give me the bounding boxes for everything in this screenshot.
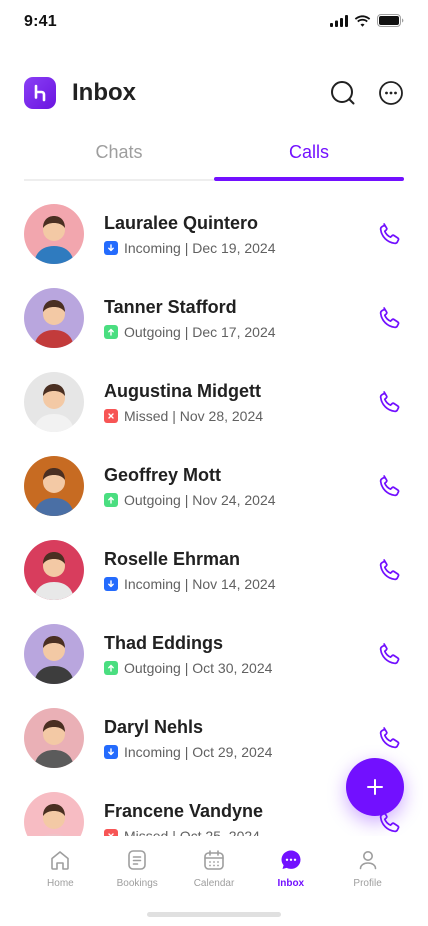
inbox-tabs: Chats Calls — [24, 136, 404, 181]
nav-label-home: Home — [47, 878, 74, 889]
caller-name: Daryl Nehls — [104, 717, 204, 737]
wifi-icon — [354, 14, 371, 27]
outgoing-arrow-icon — [104, 493, 118, 507]
call-button[interactable] — [376, 472, 404, 500]
avatar — [24, 540, 84, 600]
call-button[interactable] — [376, 220, 404, 248]
nav-inbox[interactable]: Inbox — [252, 848, 329, 889]
call-row[interactable]: Geoffrey Mott Outgoing | Nov 24, 2024 — [24, 456, 404, 516]
caller-name: Roselle Ehrman — [104, 549, 241, 569]
app-logo-icon — [24, 77, 56, 109]
phone-icon — [379, 643, 400, 665]
call-button[interactable] — [376, 304, 404, 332]
phone-icon — [379, 559, 400, 581]
caller-name: Francene Vandyne — [104, 801, 264, 821]
call-button[interactable] — [376, 556, 404, 584]
call-status-date: Missed | Nov 28, 2024 — [124, 408, 264, 424]
incoming-arrow-icon — [104, 241, 118, 255]
nav-label-calendar: Calendar — [193, 878, 235, 889]
outgoing-arrow-icon — [104, 325, 118, 339]
phone-icon — [379, 727, 400, 749]
caller-name: Augustina Midgett — [104, 381, 261, 401]
avatar — [24, 204, 84, 264]
nav-label-bookings: Bookings — [116, 878, 158, 889]
cellular-signal-icon — [330, 14, 348, 27]
call-button[interactable] — [376, 724, 404, 752]
call-list: Lauralee Quintero Incoming | Dec 19, 2024… — [0, 204, 428, 836]
call-status-date: Incoming | Oct 29, 2024 — [124, 744, 273, 760]
new-call-button[interactable] — [346, 758, 404, 816]
nav-home[interactable]: Home — [22, 848, 99, 889]
call-row[interactable]: Lauralee Quintero Incoming | Dec 19, 2024 — [24, 204, 404, 264]
caller-name: Thad Eddings — [104, 633, 223, 653]
incoming-arrow-icon — [104, 745, 118, 759]
call-button[interactable] — [376, 640, 404, 668]
document-icon — [125, 848, 149, 872]
status-bar: 9:41 — [0, 0, 428, 44]
call-row[interactable]: Augustina Midgett Missed | Nov 28, 2024 — [24, 372, 404, 432]
phone-icon — [379, 391, 400, 413]
bottom-nav: Home Bookings Calendar Inbox Profile — [0, 836, 428, 926]
tab-chats[interactable]: Chats — [24, 136, 214, 181]
calendar-icon — [202, 848, 226, 872]
caller-name: Tanner Stafford — [104, 297, 237, 317]
call-row[interactable]: Thad Eddings Outgoing | Oct 30, 2024 — [24, 624, 404, 684]
call-status-date: Outgoing | Dec 17, 2024 — [124, 324, 276, 340]
call-status-date: Outgoing | Oct 30, 2024 — [124, 660, 273, 676]
tab-calls[interactable]: Calls — [214, 136, 404, 181]
call-row[interactable]: Tanner Stafford Outgoing | Dec 17, 2024 — [24, 288, 404, 348]
caller-name: Geoffrey Mott — [104, 465, 221, 485]
profile-icon — [356, 848, 380, 872]
call-status-date: Incoming | Nov 14, 2024 — [124, 576, 276, 592]
home-icon — [48, 848, 72, 872]
nav-label-inbox: Inbox — [277, 878, 305, 889]
more-options-button[interactable] — [378, 80, 404, 106]
phone-icon — [379, 307, 400, 329]
nav-bookings[interactable]: Bookings — [99, 848, 176, 889]
battery-icon — [377, 14, 404, 27]
outgoing-arrow-icon — [104, 661, 118, 675]
search-button[interactable] — [330, 80, 356, 106]
call-row[interactable]: Daryl Nehls Incoming | Oct 29, 2024 — [24, 708, 404, 768]
incoming-arrow-icon — [104, 577, 118, 591]
search-icon — [331, 81, 355, 105]
missed-x-icon — [104, 829, 118, 836]
nav-calendar[interactable]: Calendar — [176, 848, 253, 889]
caller-name: Lauralee Quintero — [104, 213, 259, 233]
call-row[interactable]: Francene Vandyne Missed | Oct 25, 2024 — [24, 792, 404, 836]
plus-icon — [367, 779, 383, 795]
avatar — [24, 372, 84, 432]
missed-x-icon — [104, 409, 118, 423]
call-button[interactable] — [376, 388, 404, 416]
avatar — [24, 456, 84, 516]
call-status-date: Incoming | Dec 19, 2024 — [124, 240, 276, 256]
call-status-date: Missed | Oct 25, 2024 — [124, 828, 260, 836]
phone-icon — [379, 223, 400, 245]
phone-icon — [379, 475, 400, 497]
more-icon — [379, 81, 403, 105]
chat-icon — [279, 848, 303, 872]
avatar — [24, 624, 84, 684]
nav-profile[interactable]: Profile — [329, 848, 406, 889]
avatar — [24, 792, 84, 836]
page-title: Inbox — [72, 79, 136, 106]
status-icons — [330, 14, 404, 27]
home-indicator — [147, 912, 281, 917]
call-status-date: Outgoing | Nov 24, 2024 — [124, 492, 276, 508]
status-time: 9:41 — [24, 13, 57, 30]
avatar — [24, 288, 84, 348]
nav-label-profile: Profile — [353, 878, 382, 889]
call-row[interactable]: Roselle Ehrman Incoming | Nov 14, 2024 — [24, 540, 404, 600]
app-header: Inbox — [24, 76, 404, 110]
avatar — [24, 708, 84, 768]
